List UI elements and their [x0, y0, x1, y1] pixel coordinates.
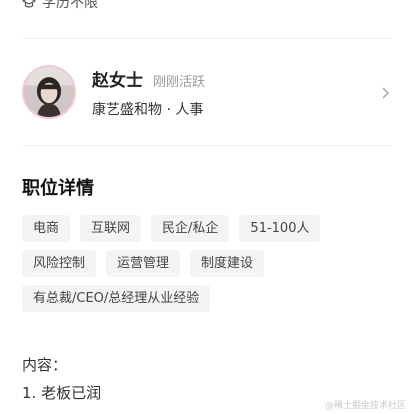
content-line: 1. 老板已润 [22, 384, 102, 402]
job-tag: 运营管理 [106, 250, 181, 277]
job-tags: 电商 互联网 民企/私企 51-100人 风险控制 运营管理 制度建设 有总裁/… [22, 215, 342, 312]
chevron-right-icon[interactable] [378, 85, 392, 99]
divider [22, 145, 392, 146]
recruiter-card[interactable]: 赵女士 刚刚活跃 康艺盛和物 · 人事 [22, 64, 392, 120]
job-tag: 制度建设 [190, 250, 265, 277]
section-title-job-details: 职位详情 [22, 178, 94, 199]
avatar[interactable] [22, 65, 76, 119]
job-tag: 有总裁/CEO/总经理从业经验 [22, 285, 211, 312]
recruiter-active-status: 刚刚活跃 [153, 74, 206, 90]
education-requirement: 学历不限 [21, 0, 98, 12]
recruiter-name: 赵女士 [92, 70, 143, 91]
graduation-cap-icon [21, 0, 37, 9]
job-tag: 51-100人 [239, 215, 321, 242]
divider [22, 38, 392, 39]
job-tag: 电商 [22, 215, 71, 242]
job-tag: 互联网 [80, 215, 142, 242]
job-tag: 民企/私企 [151, 215, 230, 242]
education-text: 学历不限 [42, 0, 98, 11]
content-label: 内容： [22, 356, 68, 374]
watermark: @稀土掘金技术社区 [324, 401, 406, 411]
recruiter-company: 康艺盛和物 · 人事 [92, 101, 204, 118]
job-tag: 风险控制 [22, 250, 97, 277]
